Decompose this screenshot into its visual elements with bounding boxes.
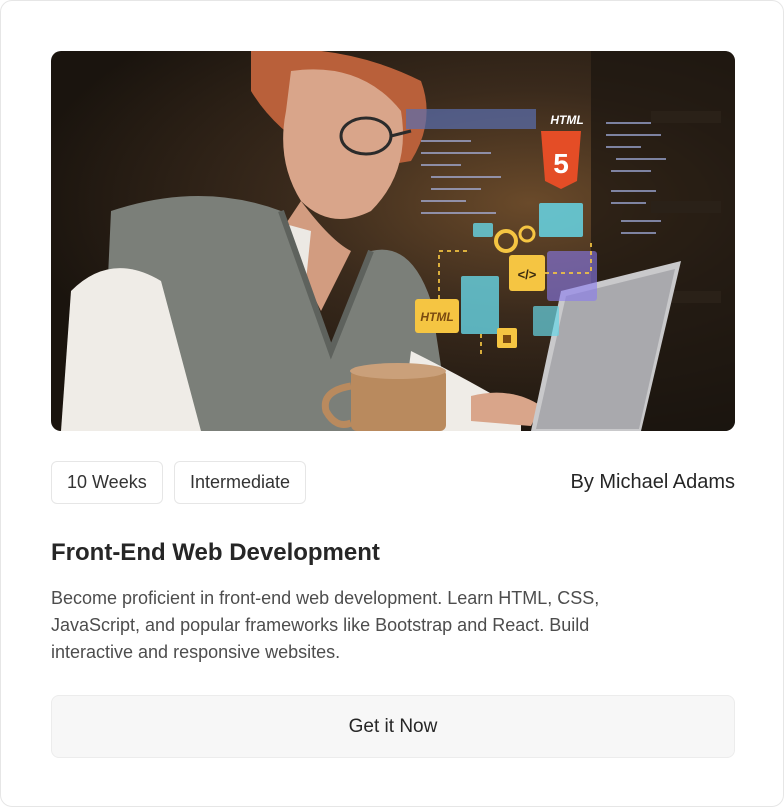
course-meta: 10 Weeks Intermediate By Michael Adams [51,461,735,504]
html5-logo-label: HTML [550,113,583,127]
course-image: 5 HTML </> HTML [51,51,735,431]
svg-text:5: 5 [553,148,569,179]
html-card-label: HTML [420,310,453,324]
get-it-now-button[interactable]: Get it Now [51,695,735,758]
course-card: 5 HTML </> HTML 10 Weeks Intermediate By… [0,0,784,807]
code-tag-label: </> [518,267,537,282]
course-title: Front-End Web Development [51,539,380,566]
course-image-illustration: 5 HTML </> HTML [61,51,735,431]
course-description: Become proficient in front-end web devel… [51,588,600,662]
course-author: By Michael Adams [570,471,735,493]
level-tag: Intermediate [174,461,307,504]
duration-tag: 10 Weeks [51,461,163,504]
